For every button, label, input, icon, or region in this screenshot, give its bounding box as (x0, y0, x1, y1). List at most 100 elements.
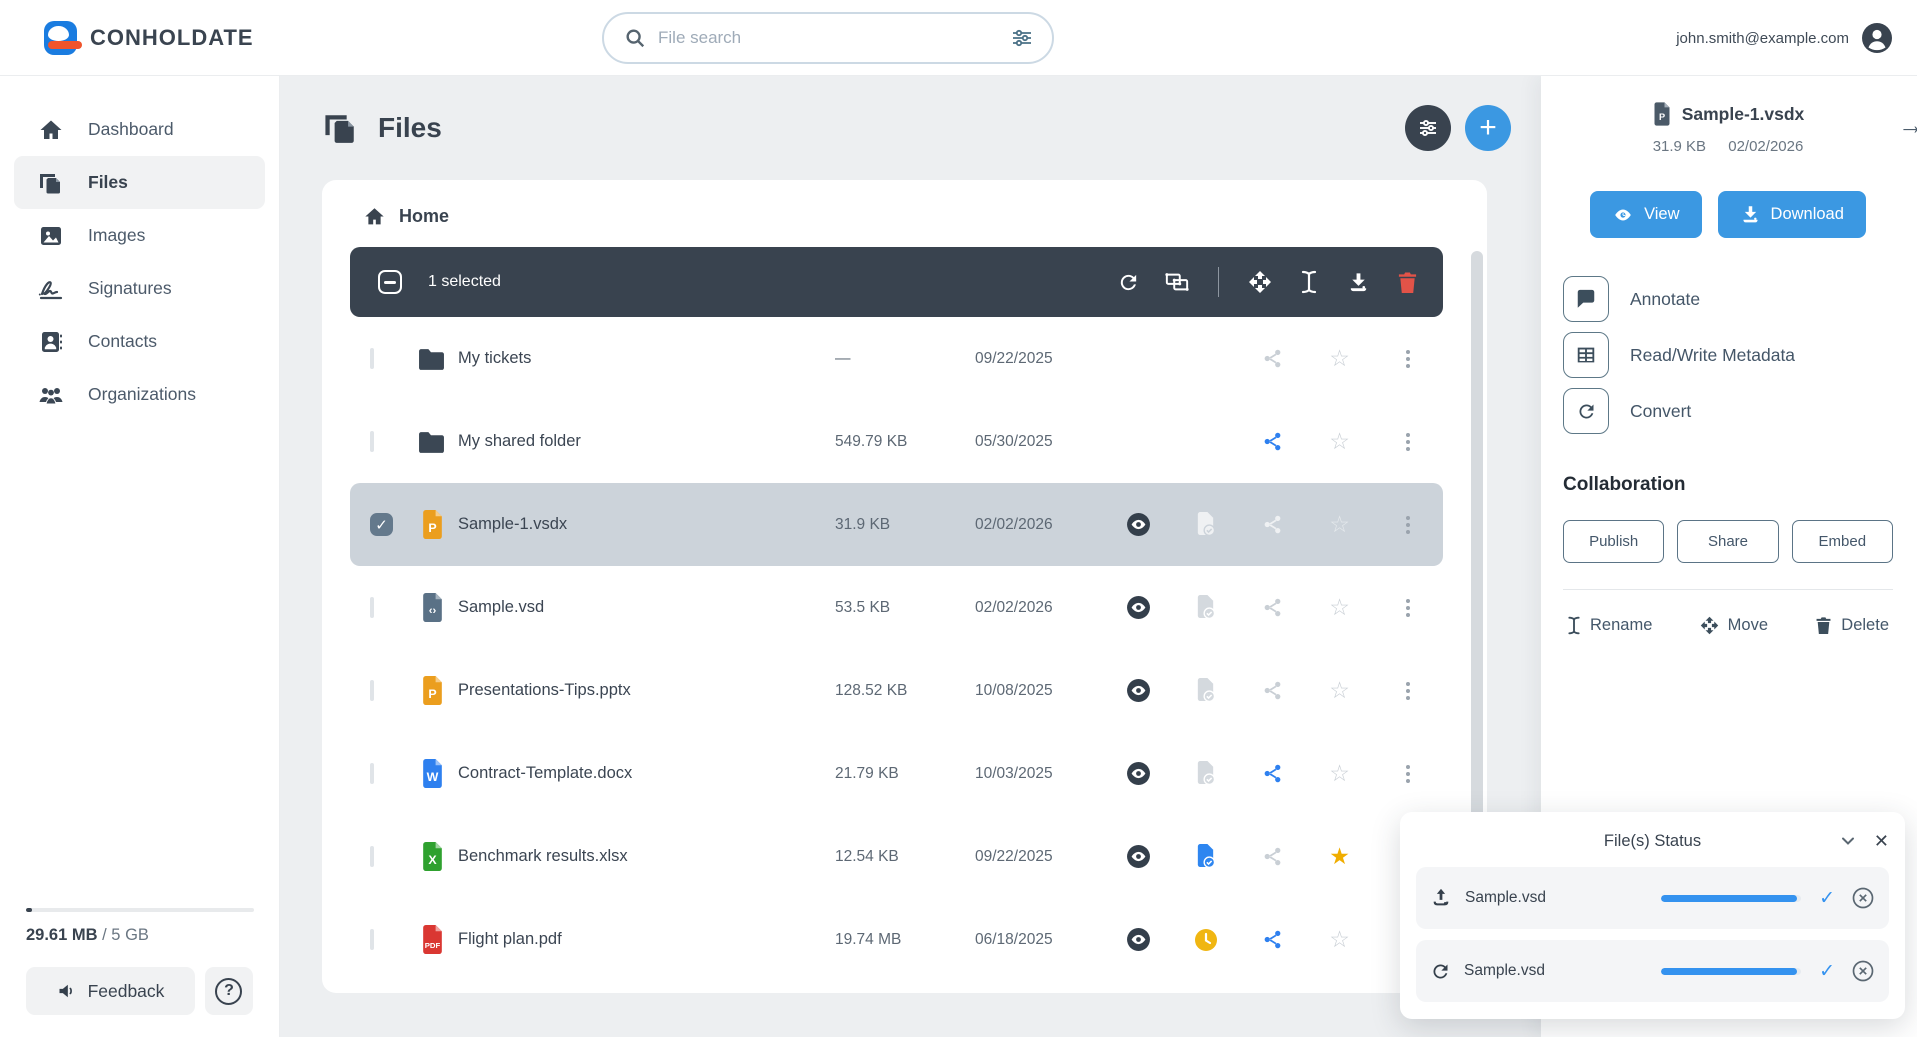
sidebar-item-organizations[interactable]: Organizations (14, 368, 265, 421)
preview-button[interactable] (1126, 761, 1151, 786)
favorite-star[interactable]: ★ (1329, 845, 1350, 868)
row-checkbox[interactable] (370, 430, 374, 452)
check-icon: ✓ (1819, 887, 1835, 909)
close-status-button[interactable]: ✕ (1874, 831, 1889, 852)
view-settings-button[interactable] (1405, 105, 1451, 151)
sidebar-item-files[interactable]: Files (14, 156, 265, 209)
storage-total: / 5 GB (102, 926, 149, 944)
rename-button[interactable] (1297, 270, 1321, 294)
preview-button[interactable] (1126, 595, 1151, 620)
row-checkbox[interactable] (370, 762, 374, 784)
share-button[interactable]: Share (1677, 520, 1779, 563)
sidebar-item-contacts[interactable]: Contacts (14, 315, 265, 368)
doc-status-button[interactable] (1194, 678, 1217, 703)
favorite-star[interactable]: ☆ (1329, 928, 1350, 951)
share-button[interactable] (1262, 846, 1283, 867)
file-date: 10/08/2025 (975, 681, 1053, 699)
delete-button[interactable] (1395, 270, 1419, 294)
embed-button[interactable]: Embed (1791, 520, 1893, 563)
table-row[interactable]: My tickets — 09/22/2025 ☆ (350, 317, 1443, 400)
row-menu-button[interactable] (1402, 512, 1414, 538)
download-button[interactable] (1346, 270, 1370, 294)
sidebar-item-dashboard[interactable]: Dashboard (14, 103, 265, 156)
preview-button[interactable] (1126, 512, 1151, 537)
delete-button[interactable]: Delete (1815, 616, 1889, 635)
favorite-star[interactable]: ☆ (1329, 762, 1350, 785)
add-file-button[interactable]: + (1465, 105, 1511, 151)
share-button[interactable] (1262, 763, 1283, 784)
preview-button[interactable] (1126, 844, 1151, 869)
favorite-star[interactable]: ☆ (1329, 430, 1350, 453)
preview-button[interactable] (1126, 678, 1151, 703)
row-checkbox[interactable] (370, 845, 374, 867)
file-date: 05/30/2025 (975, 432, 1053, 450)
table-row[interactable]: W Contract-Template.docx 21.79 KB 10/03/… (350, 732, 1443, 815)
share-button[interactable] (1262, 597, 1283, 618)
cancel-upload-button[interactable] (1851, 886, 1875, 910)
table-row[interactable]: P Presentations-Tips.pptx 128.52 KB 10/0… (350, 649, 1443, 732)
pending-status-button[interactable] (1194, 928, 1218, 952)
collapse-status-button[interactable] (1838, 831, 1858, 851)
share-button[interactable] (1262, 348, 1283, 369)
convert-button[interactable]: Convert (1563, 388, 1893, 434)
share-button[interactable] (1262, 431, 1283, 452)
doc-status-button[interactable] (1194, 512, 1217, 537)
row-checkbox[interactable] (370, 596, 374, 618)
refresh-button[interactable] (1116, 270, 1140, 294)
copy-to-button[interactable] (1165, 270, 1189, 294)
row-menu-button[interactable] (1402, 346, 1414, 372)
preview-button[interactable] (1126, 927, 1151, 952)
doc-status-button[interactable] (1194, 844, 1217, 869)
docx-file-icon: W (422, 759, 442, 788)
metadata-button[interactable]: Read/Write Metadata (1563, 332, 1893, 378)
share-icon (1264, 515, 1281, 534)
help-button[interactable]: ? (204, 967, 253, 1015)
share-button[interactable] (1262, 680, 1283, 701)
annotate-button[interactable]: Annotate (1563, 276, 1893, 322)
home-icon (40, 120, 62, 139)
select-all-checkbox[interactable] (378, 270, 402, 294)
convert-icon (1433, 964, 1448, 978)
file-search-box[interactable] (602, 12, 1054, 64)
breadcrumb[interactable]: Home (322, 180, 1487, 247)
favorite-star[interactable]: ☆ (1329, 596, 1350, 619)
publish-button[interactable]: Publish (1563, 520, 1665, 563)
favorite-star[interactable]: ☆ (1329, 347, 1350, 370)
move-button[interactable]: Move (1700, 616, 1768, 635)
share-button[interactable] (1262, 514, 1283, 535)
download-button[interactable]: Download (1717, 191, 1866, 238)
row-checkbox[interactable] (370, 928, 374, 950)
search-filter-icon[interactable] (1010, 26, 1034, 50)
favorite-star[interactable]: ☆ (1329, 513, 1350, 536)
user-avatar[interactable] (1861, 22, 1893, 54)
table-row[interactable]: X Benchmark results.xlsx 12.54 KB 09/22/… (350, 815, 1443, 898)
collaboration-heading: Collaboration (1563, 474, 1686, 495)
table-row[interactable]: ‹› Sample.vsd 53.5 KB 02/02/2026 ☆ (350, 566, 1443, 649)
sidebar-item-label: Images (88, 225, 146, 245)
doc-status-button[interactable] (1194, 595, 1217, 620)
favorite-star[interactable]: ☆ (1329, 679, 1350, 702)
search-input[interactable] (658, 28, 1010, 48)
sidebar-item-images[interactable]: Images (14, 209, 265, 262)
rename-button[interactable]: Rename (1567, 616, 1652, 635)
row-menu-button[interactable] (1402, 595, 1414, 621)
row-checkbox[interactable] (370, 347, 374, 369)
share-button[interactable] (1262, 929, 1283, 950)
table-row[interactable]: PDF Flight plan.pdf 19.74 MB 06/18/2025 … (350, 898, 1443, 981)
status-file-name: Sample.vsd (1465, 889, 1546, 906)
view-button[interactable]: View (1590, 191, 1702, 238)
table-row[interactable]: My shared folder 549.79 KB 05/30/2025 ☆ (350, 400, 1443, 483)
row-menu-button[interactable] (1402, 429, 1414, 455)
svg-text:PDF: PDF (424, 941, 440, 950)
row-menu-button[interactable] (1402, 761, 1414, 787)
table-row-selected[interactable]: ✓ P Sample-1.vsdx 31.9 KB 02/02/2026 ☆ (350, 483, 1443, 566)
panel-divider (1563, 589, 1893, 590)
sidebar-item-signatures[interactable]: Signatures (14, 262, 265, 315)
row-checkbox[interactable]: ✓ (370, 513, 393, 536)
row-checkbox[interactable] (370, 679, 374, 701)
doc-status-button[interactable] (1194, 761, 1217, 786)
feedback-button[interactable]: Feedback (26, 967, 195, 1015)
row-menu-button[interactable] (1402, 678, 1414, 704)
move-button[interactable] (1248, 270, 1272, 294)
cancel-convert-button[interactable] (1851, 959, 1875, 983)
